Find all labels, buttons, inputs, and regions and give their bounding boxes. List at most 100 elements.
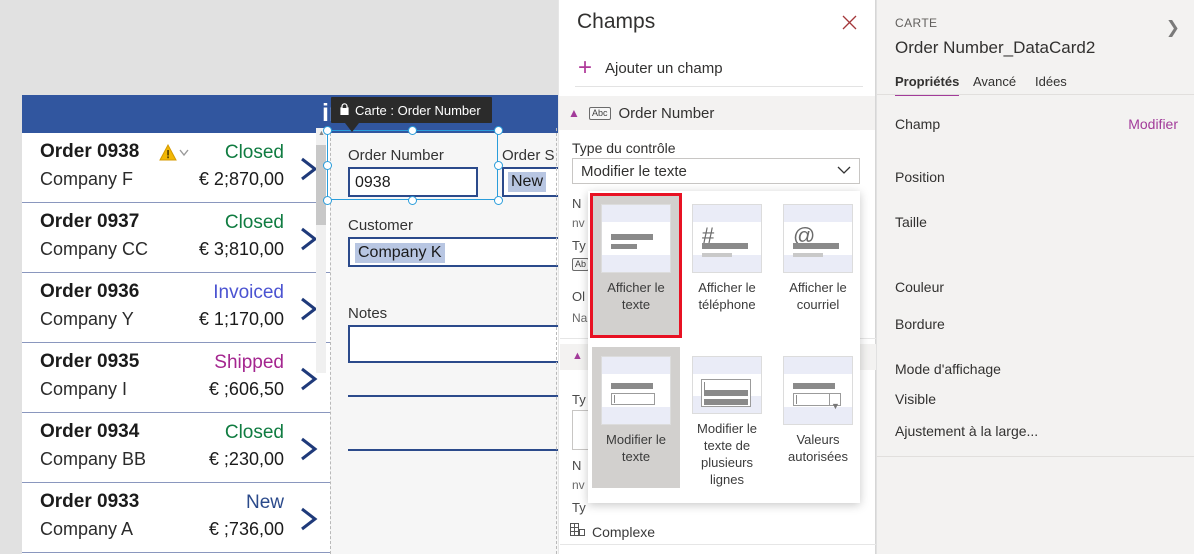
control-type-combobox[interactable]: Modifier le texte [572,158,860,184]
notes-input[interactable] [348,325,558,363]
resize-handle-mr[interactable] [494,161,503,170]
chevron-up-icon[interactable]: ▲ [559,106,589,120]
resize-handle-tc[interactable] [408,126,417,135]
tabs-underline [877,94,1194,95]
control-type-option[interactable]: Modifier le texte de plusieurs lignes [683,347,771,488]
multiline-edit-icon [692,356,762,414]
gallery-item[interactable]: Order 0935 Company I Shipped € ;606,50 [22,343,330,413]
position-label: Position [895,169,945,185]
bg-label-1: N [572,196,582,211]
add-field-label: Ajouter un champ [605,59,723,77]
bg-abc-icon: Ab [572,258,590,271]
properties-kind-label: CARTE [895,16,938,30]
chevron-down-icon [837,164,851,178]
gallery-item[interactable]: Order 0933 Company A New € ;736,00 [22,483,330,553]
bg-label-2: nv [572,216,585,230]
gallery-item[interactable]: Order 0937 Company CC Closed € 3;810,00 [22,203,330,273]
control-type-option-label: Modifier le texte de plusieurs lignes [697,421,757,487]
complex-type-icon [570,523,586,542]
gallery-order-number: Order 0938 [40,141,140,162]
resize-handle-tl[interactable] [323,126,332,135]
abc-type-icon: Abc [589,106,611,120]
control-type-label: Type du contrôle [572,140,676,156]
gallery-company: Company F [40,169,134,189]
add-field-button[interactable]: + Ajouter un champ [575,54,861,82]
visible-label: Visible [895,391,936,407]
size-label: Taille [895,214,927,230]
control-type-option-label: Modifier le texte [606,432,666,464]
order-number-value: 0938 [355,174,391,191]
control-type-flyout[interactable]: Afficher le texte # Afficher le téléphone @… [588,191,860,503]
customer-value: Company K [355,243,445,263]
gallery-amount: € ;736,00 [208,519,284,539]
form-label-notes: Notes [348,305,388,322]
resize-handle-bc[interactable] [408,196,417,205]
gallery-amount: € ;230,00 [208,449,284,469]
section-layout [877,144,1194,257]
gallery-item[interactable]: Order 0938 Company F Closed € 2;870,00 [22,133,330,203]
text-edit-icon [601,356,671,425]
control-type-option-label: Afficher le téléphone [698,280,756,312]
form-right-guide [556,128,557,554]
form-label-order-status: Order S [502,147,555,164]
control-type-option-label: Afficher le courriel [789,280,847,312]
resize-handle-br[interactable] [494,196,503,205]
gallery-company: Company I [40,379,128,399]
phone-display-icon: # [692,204,762,273]
bg-label-8: nv [572,478,585,492]
autoheight-label: Ajustement à la large... [895,423,1039,439]
border-label: Bordure [895,316,945,332]
tab-avance[interactable]: Avancé [973,74,1016,94]
gallery-amount: € ;606,50 [208,379,284,399]
gallery-company: Company Y [40,309,134,329]
control-type-option[interactable]: ▼ Valeurs autorisées [774,347,862,488]
text-display-icon [601,204,671,273]
chevron-right-icon[interactable] [296,505,322,533]
card-tooltip: Carte : Order Number [331,97,492,132]
control-type-option[interactable]: Modifier le texte [592,347,680,488]
chevron-right-icon[interactable] [296,435,322,463]
field-item-order-number[interactable]: ▲ Abc Order Number [559,96,875,130]
fields-panel-title: Champs [577,10,656,33]
tab-idees[interactable]: Idées [1035,74,1067,94]
chevron-right-icon[interactable]: ❯ [1166,18,1180,38]
control-type-option[interactable]: # Afficher le téléphone [683,195,771,336]
resize-handle-bl[interactable] [323,196,332,205]
control-type-option[interactable]: Afficher le texte [590,193,682,338]
warning-icon[interactable] [159,143,195,162]
plus-icon: + [577,54,592,81]
gallery-item[interactable]: Order 0936 Company Y Invoiced € 1;170,00 [22,273,330,343]
field-edit-link[interactable]: Modifier [1128,116,1178,132]
gallery-status: Closed [224,422,284,443]
orders-gallery[interactable]: Order 0938 Company F Closed € 2;870,00 Order… [22,133,330,554]
control-type-value: Modifier le texte [581,162,687,180]
gallery-amount: € 2;870,00 [198,169,284,189]
tooltip-arrow [345,123,359,132]
tab-proprietes[interactable]: Propriétés [895,74,960,96]
gallery-amount: € 1;170,00 [198,309,284,329]
bg-label-9: Ty [572,500,586,515]
bg-chevron-up-icon[interactable]: ▲ [572,350,583,362]
form-divider-2 [348,449,558,451]
card-tooltip-label: Carte : Order Number [355,102,481,118]
lock-icon [340,102,349,118]
allowed-values-icon: ▼ [783,356,853,425]
gallery-item[interactable]: Order 0934 Company BB Closed € ;230,00 [22,413,330,483]
gallery-scrollbar-thumb[interactable] [316,145,326,225]
form-divider-1 [348,395,558,397]
resize-handle-tr[interactable] [494,126,503,135]
control-type-option[interactable]: @ Afficher le courriel [774,195,862,336]
screen-root: ind Ord Order 0938Company FClosed€ 2;870… [0,0,1194,554]
close-icon[interactable] [837,12,861,36]
form-label-order-number: Order Number [348,147,444,164]
control-type-option-label: Valeurs autorisées [788,432,848,464]
resize-handle-ml[interactable] [323,161,332,170]
control-type-option-label: Afficher le texte [607,280,665,312]
gallery-order-number: Order 0935 [40,351,140,372]
complex-label: Complexe [592,524,656,540]
bg-label-3: Ty [572,238,586,253]
bg-label-4: Ol [572,289,585,304]
field-item-label: Order Number [618,104,715,122]
email-display-icon: @ [783,204,853,273]
gallery-status: Shipped [214,352,284,373]
